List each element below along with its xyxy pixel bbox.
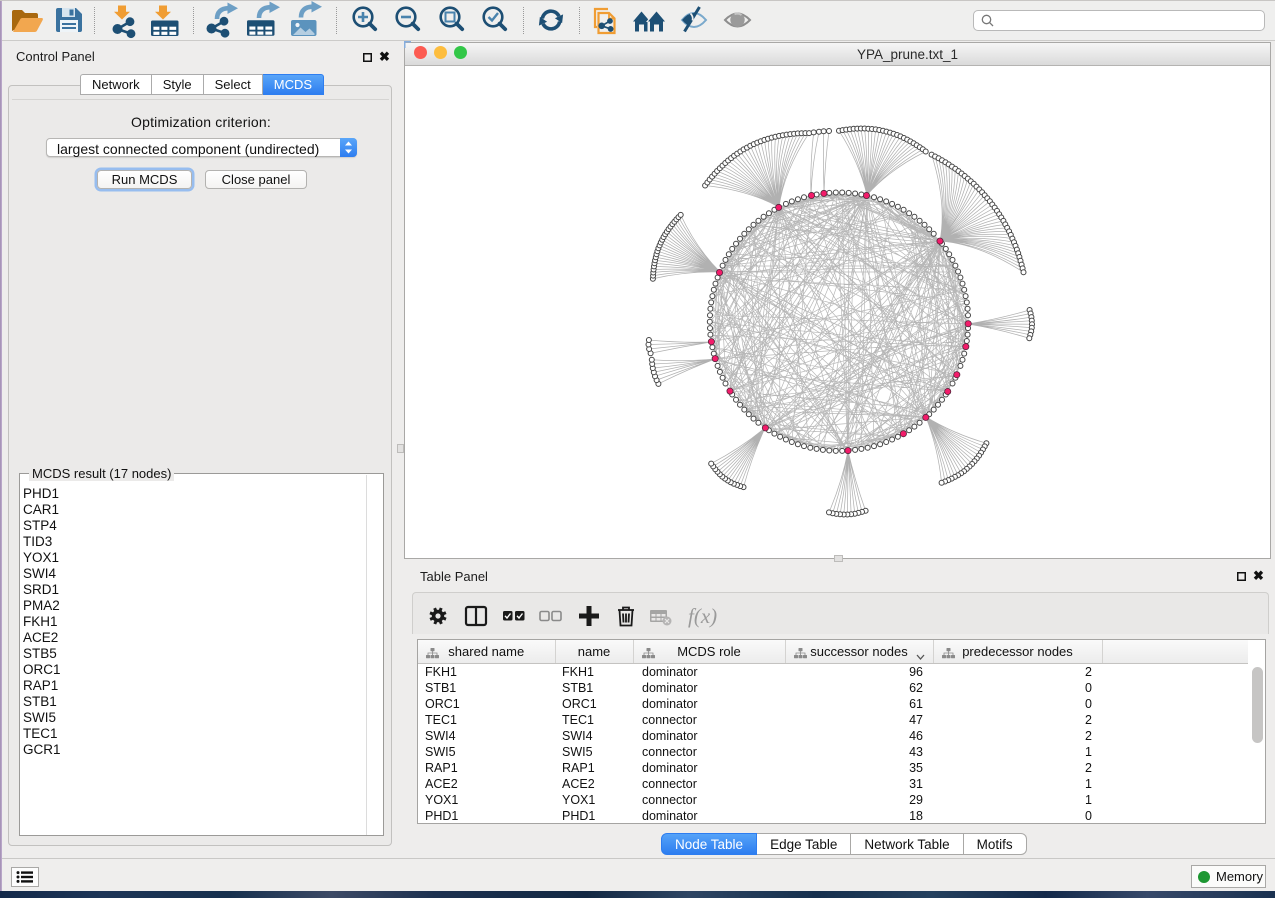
svg-text:f(x): f(x) xyxy=(688,604,717,628)
